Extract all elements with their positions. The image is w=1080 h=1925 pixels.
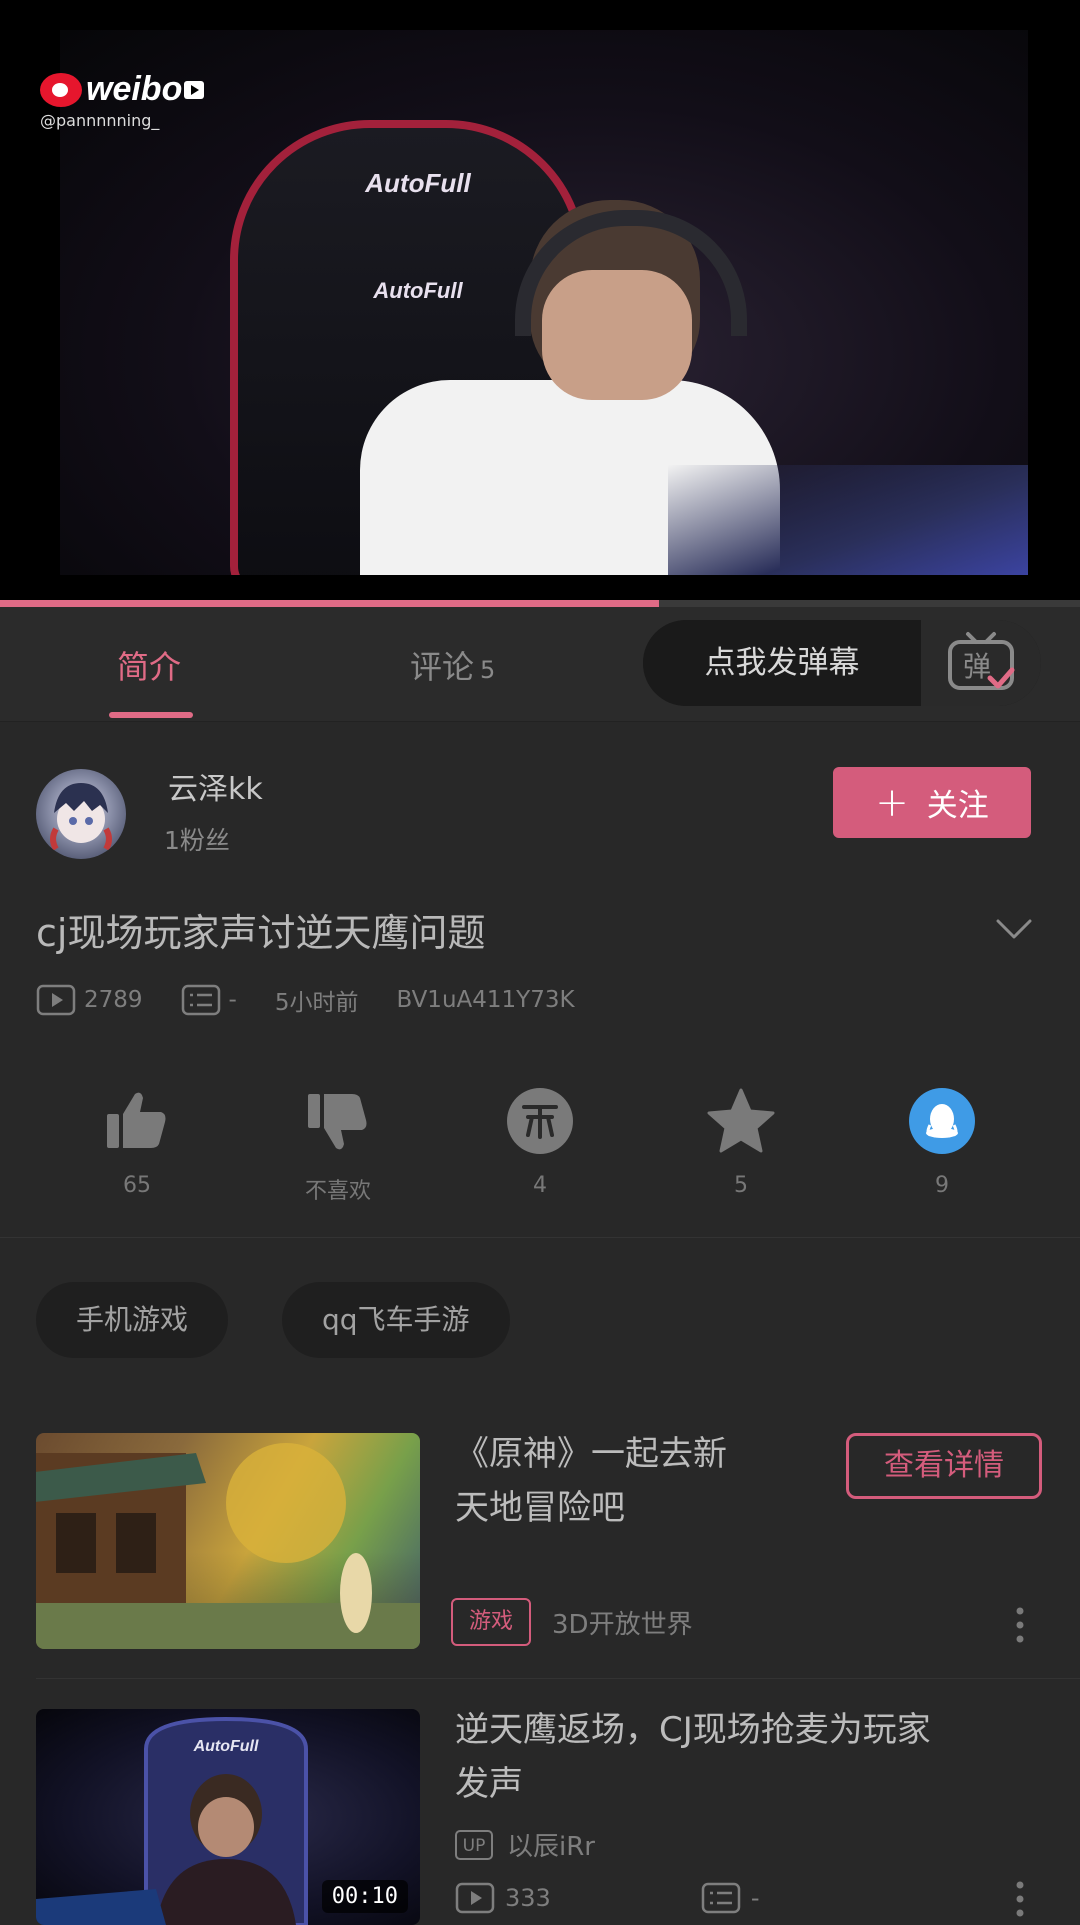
avatar-image <box>50 783 112 851</box>
like-count: 65 <box>123 1173 151 1198</box>
more-vertical-icon[interactable] <box>1011 1880 1029 1918</box>
like-button[interactable]: 65 <box>67 1085 207 1198</box>
weibo-handle: @pannnnning_ <box>40 111 160 130</box>
tab-intro-underline <box>109 712 193 718</box>
weibo-logo-text: weibo <box>86 70 183 108</box>
qq-penguin-icon <box>909 1088 975 1154</box>
video-player[interactable]: AutoFull AutoFull weibo @pannnnning_ <box>0 0 1080 600</box>
list-divider <box>36 1678 1080 1679</box>
action-bar: 65 不喜欢 4 5 9 <box>0 1085 1080 1205</box>
rec-danmaku-count: - <box>750 1884 760 1912</box>
danmaku-tv-glyph: 弹 <box>963 650 991 683</box>
section-divider <box>0 1237 1080 1238</box>
rec-uploader-name: 以辰iRr <box>507 1832 595 1862</box>
danmaku-input[interactable]: 点我发弹幕 <box>643 620 921 706</box>
share-qq-button[interactable]: 9 <box>872 1085 1012 1198</box>
rec-thumbnail[interactable] <box>36 1433 420 1649</box>
video-frame: AutoFull AutoFull <box>60 30 1028 575</box>
uploader-avatar[interactable] <box>36 769 126 859</box>
follow-button[interactable]: + 关注 <box>833 767 1031 838</box>
danmaku-count-icon <box>701 1882 741 1914</box>
rec-title-line: 发声 <box>455 1764 523 1804</box>
play-count: 2789 <box>84 987 143 1013</box>
rec-title-line: 天地冒险吧 <box>455 1488 625 1528</box>
weibo-play-icon <box>184 80 205 99</box>
dislike-label: 不喜欢 <box>304 1179 371 1204</box>
video-progress-fill <box>0 600 659 607</box>
star-icon <box>707 1088 775 1153</box>
bvid: BV1uA411Y73K <box>396 987 575 1013</box>
more-vertical-icon[interactable] <box>1011 1606 1029 1644</box>
dislike-button[interactable]: 不喜欢 <box>268 1085 408 1205</box>
category-badge: 游戏 <box>451 1598 531 1646</box>
tab-comments-label: 评论 <box>410 648 475 686</box>
view-details-button[interactable]: 查看详情 <box>846 1433 1042 1499</box>
desk-lighting <box>668 465 1028 575</box>
video-title: cj现场玩家声讨逆天鹰问题 <box>36 911 486 955</box>
category-text: 3D开放世界 <box>552 1610 693 1640</box>
share-count: 9 <box>935 1173 949 1198</box>
danmaku-count-icon <box>181 984 221 1016</box>
rec-uploader: UP 以辰iRr <box>455 1826 595 1863</box>
favorite-count: 5 <box>734 1173 748 1198</box>
video-meta: 2789 - 5小时前 BV1uA411Y73K <box>36 980 575 1020</box>
tab-intro[interactable]: 简介 <box>117 642 181 688</box>
danmaku-tv-icon: 弹 <box>948 632 1015 690</box>
video-progress-bar[interactable] <box>0 600 1080 607</box>
tab-comments[interactable]: 评论 5 <box>410 642 495 688</box>
chevron-down-icon[interactable] <box>995 918 1033 940</box>
rec-thumbnail[interactable]: AutoFull 00:10 <box>36 1709 420 1925</box>
duration-badge: 00:10 <box>321 1880 408 1913</box>
rec-title-line: 逆天鹰返场，CJ现场抢麦为玩家 <box>455 1710 931 1750</box>
weibo-watermark: weibo @pannnnning_ <box>40 70 205 130</box>
publish-time: 5小时前 <box>274 990 359 1016</box>
coin-count: 4 <box>533 1173 547 1198</box>
tab-bar: 简介 评论 5 点我发弹幕 弹 <box>0 607 1080 722</box>
rec-title-line: 《原神》一起去新 <box>455 1434 727 1474</box>
plus-icon: + <box>875 779 909 826</box>
thumb-up-icon <box>107 1092 166 1148</box>
coin-button[interactable]: 4 <box>470 1085 610 1198</box>
rec-title[interactable]: 《原神》一起去新 天地冒险吧 <box>455 1427 727 1535</box>
rec-title[interactable]: 逆天鹰返场，CJ现场抢麦为玩家 发声 <box>455 1703 931 1811</box>
tag-chip[interactable]: qq飞车手游 <box>282 1282 510 1358</box>
uploader-fans: 1粉丝 <box>164 826 230 855</box>
thumb-chair-brand: AutoFull <box>193 1738 259 1755</box>
uploader-name[interactable]: 云泽kk <box>168 764 263 808</box>
tag-chip[interactable]: 手机游戏 <box>36 1282 229 1358</box>
tab-comments-count: 5 <box>480 656 496 684</box>
danmaku-box: 点我发弹幕 弹 <box>643 620 1041 706</box>
rec-thumbnail-art <box>36 1443 420 1649</box>
danmaku-toggle-button[interactable]: 弹 <box>921 620 1041 706</box>
up-badge: UP <box>455 1829 493 1860</box>
play-count-icon <box>36 984 76 1016</box>
rec-stats: 333 - <box>455 1882 759 1914</box>
weibo-logo-icon <box>40 72 82 107</box>
favorite-button[interactable]: 5 <box>671 1085 811 1198</box>
danmaku-count: - <box>228 987 237 1013</box>
thumb-down-icon <box>308 1094 367 1150</box>
play-count-icon <box>455 1882 495 1914</box>
follow-label: 关注 <box>926 788 989 824</box>
coin-icon <box>507 1088 573 1154</box>
rec-play-count: 333 <box>505 1884 551 1912</box>
